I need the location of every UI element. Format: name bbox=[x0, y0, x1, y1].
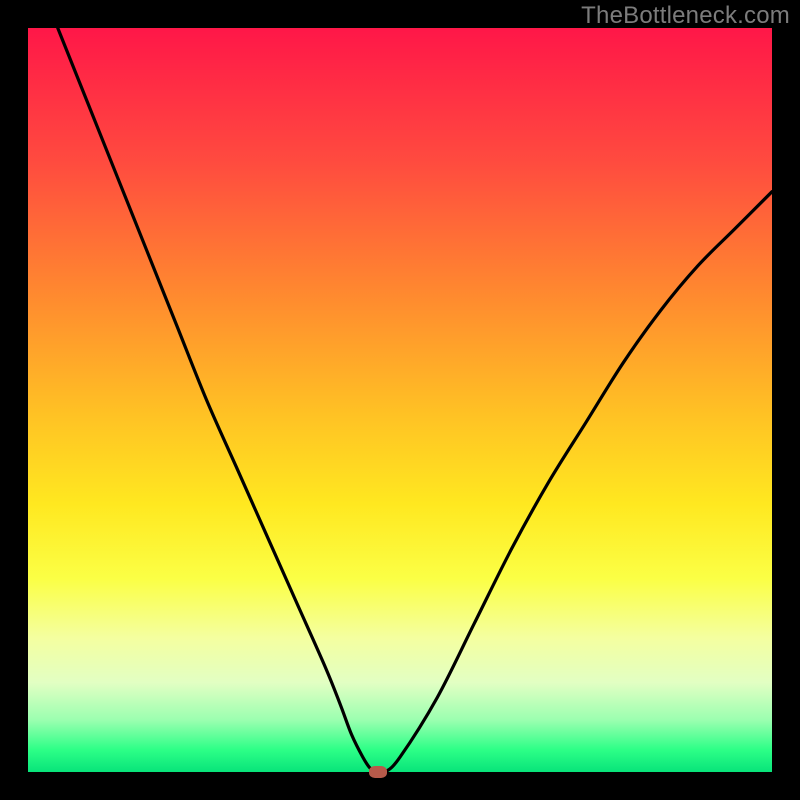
watermark-text: TheBottleneck.com bbox=[581, 2, 790, 30]
curve-svg bbox=[28, 28, 772, 772]
bottleneck-curve bbox=[58, 28, 772, 772]
plot-area bbox=[28, 28, 772, 772]
optimal-point-marker bbox=[369, 766, 387, 778]
chart-container: TheBottleneck.com bbox=[0, 0, 800, 800]
